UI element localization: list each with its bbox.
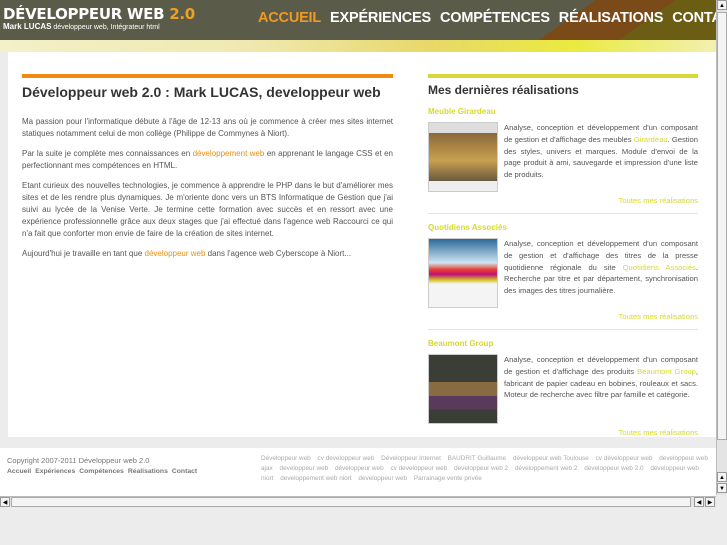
all-realisations-link[interactable]: Toutes mes réalisations [428, 196, 698, 205]
footer-tags: Développeur web cv developpeur web Dével… [261, 454, 711, 484]
item-description: Analyse, conception et développement d'u… [504, 239, 698, 296]
paragraph: Par la suite je complète mes connaissanc… [22, 149, 393, 170]
paragraph: Ma passion pour l'informatique débute à … [22, 117, 393, 138]
scroll-up-icon[interactable]: ▲ [717, 0, 727, 10]
nav-realisations[interactable]: RÉALISATIONS [559, 10, 664, 26]
paragraph: Aujourd'hui je travaille en tant que dév… [22, 249, 352, 258]
footer-tag-link[interactable]: développement web 2 [515, 465, 578, 472]
footer-link-experiences[interactable]: Expériences [35, 468, 75, 475]
footer-tag-link[interactable]: developpeur web 2 [454, 465, 508, 472]
link-developpement-web[interactable]: développement web [193, 149, 265, 158]
footer-tag-link[interactable]: cv developpeur web [390, 465, 447, 472]
header-band [0, 40, 716, 52]
footer-tag-link[interactable]: cv développeur web [596, 455, 653, 462]
item-link[interactable]: Girardeau [634, 135, 668, 144]
nav-contact[interactable]: CONTACT [672, 10, 716, 26]
thumbnail-image[interactable] [428, 122, 498, 192]
footer-tag-link[interactable]: cv developpeur web [318, 455, 375, 462]
vertical-scrollbar[interactable]: ▲ ▲ ▼ [716, 0, 727, 495]
link-developpeur-web[interactable]: développeur web [145, 249, 206, 258]
site-tagline: Mark LUCAS développeur web, Intégrateur … [3, 22, 160, 31]
scroll-left-icon[interactable]: ◀ [0, 497, 10, 507]
scrollbar-thumb[interactable] [717, 12, 727, 440]
footer-link-contact[interactable]: Contact [172, 468, 197, 475]
item-description: Analyse, conception et développement d'u… [504, 355, 698, 400]
copyright: Copyright 2007-2011 Développeur web 2.0 [7, 456, 150, 465]
divider [428, 329, 698, 330]
nav-experiences[interactable]: EXPÉRIENCES [330, 10, 431, 26]
scrollbar-thumb[interactable] [11, 497, 691, 507]
site-header: DÉVELOPPEUR WEB 2.0 Mark LUCAS développe… [0, 0, 716, 52]
item-description: Analyse, conception et développement d'u… [504, 123, 699, 180]
realisation-item: Quotidiens Associés Analyse, conception … [428, 223, 698, 330]
divider [428, 213, 698, 214]
footer-link-accueil[interactable]: Accueil [7, 468, 31, 475]
all-realisations-link[interactable]: Toutes mes réalisations [428, 428, 698, 437]
item-link[interactable]: Beaumont Group [637, 367, 696, 376]
thumbnail-image[interactable] [428, 238, 498, 308]
item-title[interactable]: Beaumont Group [428, 339, 698, 348]
footer-tag-link[interactable]: développeur web Toulouse [513, 455, 589, 462]
footer-tag-link[interactable]: développeur web 2.0 [584, 465, 643, 472]
page-title: Développeur web 2.0 : Mark LUCAS, develo… [22, 84, 381, 100]
scroll-down-icon[interactable]: ▼ [717, 483, 727, 493]
item-title[interactable]: Meuble Girardeau [428, 107, 698, 116]
section-title: Mes dernières réalisations [428, 83, 579, 97]
footer-tag-link[interactable]: BAUDRIT Guillaume [448, 455, 506, 462]
all-realisations-link[interactable]: Toutes mes réalisations [428, 312, 698, 321]
footer-tag-link[interactable]: Développeur Internet [381, 455, 441, 462]
paragraph: Etant curieux des nouvelles technologies… [22, 181, 393, 238]
footer-tag-link[interactable]: developpeur web [280, 465, 329, 472]
realisation-item: Meuble Girardeau Analyse, conception et … [428, 107, 698, 214]
footer-tag-link[interactable]: developpement web niort [280, 475, 351, 482]
footer-tag-link[interactable]: developpeur web [358, 475, 407, 482]
footer-tag-link[interactable]: développeur web [335, 465, 384, 472]
site-footer: Copyright 2007-2011 Développeur web 2.0 … [0, 448, 716, 496]
footer-link-realisations[interactable]: Réalisations [128, 468, 168, 475]
nav-competences[interactable]: COMPÉTENCES [440, 10, 550, 26]
scroll-up-icon[interactable]: ▲ [717, 472, 727, 482]
site-logo[interactable]: DÉVELOPPEUR WEB 2.0 [3, 5, 195, 23]
item-link[interactable]: Quotidiens Associés [623, 263, 696, 272]
section-bar [428, 74, 698, 78]
horizontal-scrollbar[interactable]: ◀ ◀ ▶ [0, 496, 716, 507]
scroll-left-icon[interactable]: ◀ [694, 497, 704, 507]
realisations-section: Mes dernières réalisations Meuble Girard… [428, 74, 698, 445]
realisation-item: Beaumont Group Analyse, conception et dé… [428, 339, 698, 437]
scroll-right-icon[interactable]: ▶ [705, 497, 715, 507]
nav-accueil[interactable]: ACCUEIL [258, 10, 321, 26]
footer-tag-link[interactable]: Parrainage vente privée [414, 475, 482, 482]
section-bar [22, 74, 393, 78]
main-nav: ACCUEIL EXPÉRIENCES COMPÉTENCES RÉALISAT… [258, 10, 716, 26]
intro-section: Développeur web 2.0 : Mark LUCAS, develo… [22, 74, 393, 268]
item-title[interactable]: Quotidiens Associés [428, 223, 698, 232]
footer-link-competences[interactable]: Compétences [79, 468, 124, 475]
thumbnail-image[interactable] [428, 354, 498, 424]
footer-tag-link[interactable]: Développeur web [261, 455, 311, 462]
footer-nav: Accueil Expériences Compétences Réalisat… [7, 468, 197, 475]
